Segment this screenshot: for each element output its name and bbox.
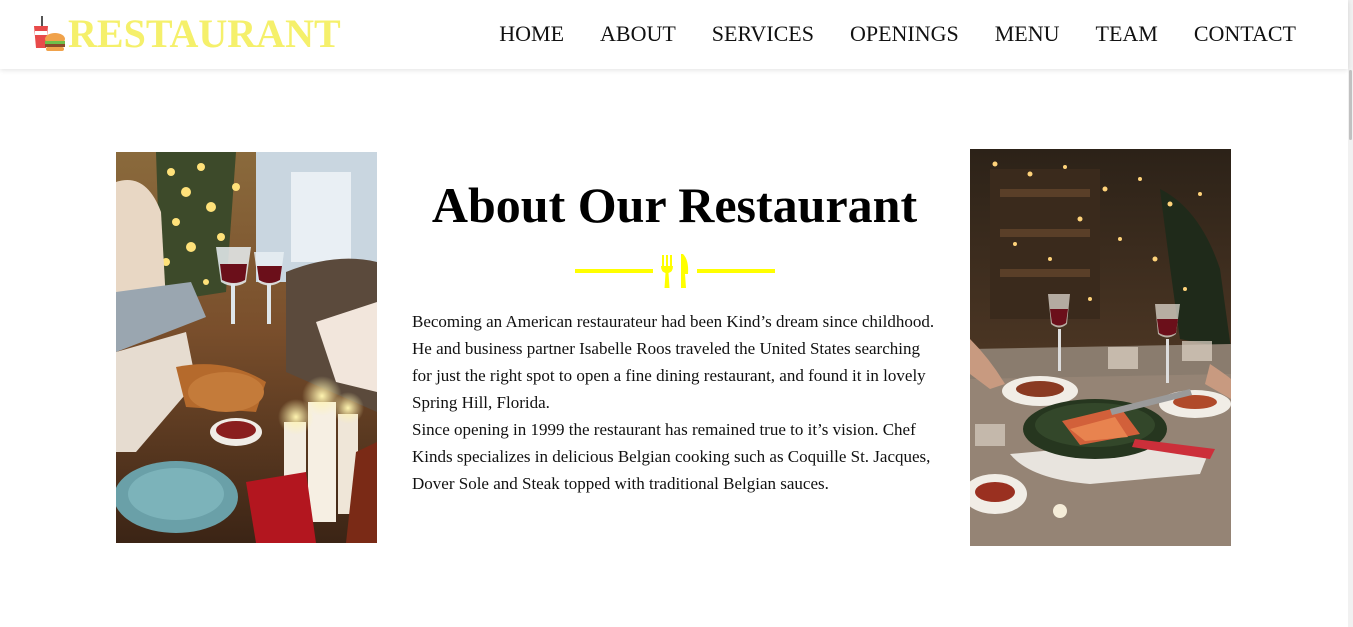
nav-openings[interactable]: OPENINGS: [850, 18, 959, 50]
page-scrollbar[interactable]: [1348, 0, 1353, 627]
nav-about[interactable]: ABOUT: [600, 18, 676, 50]
nav-services[interactable]: SERVICES: [712, 18, 814, 50]
about-paragraph-1: Becoming an American restaurateur had be…: [412, 312, 935, 412]
nav-team[interactable]: TEAM: [1096, 18, 1158, 50]
fork-knife-icon: [660, 254, 688, 288]
nav-contact[interactable]: CONTACT: [1194, 18, 1296, 50]
brand-name: RESTAURANT: [68, 11, 341, 56]
navbar: RESTAURANT HOME ABOUT SERVICES OPENINGS …: [0, 0, 1348, 69]
scrollbar-thumb[interactable]: [1349, 70, 1352, 140]
brand-logo-link[interactable]: RESTAURANT: [32, 12, 341, 56]
fast-food-icon: [34, 16, 65, 51]
about-paragraph-2: Since opening in 1999 the restaurant has…: [412, 420, 931, 493]
dinner-toast-photo: [116, 152, 377, 543]
about-title: About Our Restaurant: [431, 177, 918, 233]
main-nav: HOME ABOUT SERVICES OPENINGS MENU TEAM C…: [463, 18, 1296, 50]
divider-line-right: [696, 269, 775, 273]
nav-home[interactable]: HOME: [499, 18, 564, 50]
nav-menu[interactable]: MENU: [995, 18, 1060, 50]
divider-line-left: [574, 269, 653, 273]
title-divider: [412, 252, 937, 290]
dinner-table-photo: [970, 149, 1231, 546]
about-section: About Our Restaurant Becoming an America…: [412, 172, 937, 497]
